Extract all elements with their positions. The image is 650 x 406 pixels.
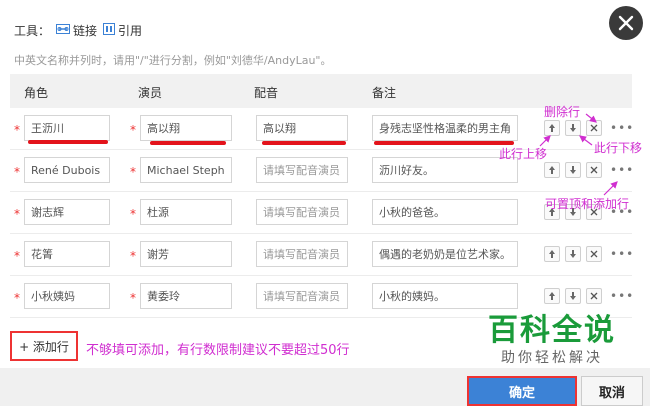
required-mark: * xyxy=(14,207,20,221)
table-row: * * ••• xyxy=(10,234,634,276)
highlight-underline xyxy=(374,141,514,145)
role-input[interactable] xyxy=(24,241,110,267)
role-input[interactable] xyxy=(24,199,110,225)
voice-input[interactable] xyxy=(256,199,348,225)
actor-input[interactable] xyxy=(140,283,232,309)
move-up-button[interactable] xyxy=(544,162,560,178)
toolbar-label: 工具： xyxy=(14,23,51,38)
required-mark: * xyxy=(14,165,20,179)
close-icon xyxy=(590,292,598,300)
move-down-button[interactable] xyxy=(565,120,581,136)
header-actor: 演员 xyxy=(138,86,163,100)
close-icon xyxy=(618,15,634,31)
cancel-button[interactable]: 取消 xyxy=(581,376,643,406)
more-options-icon[interactable]: ••• xyxy=(610,163,634,177)
more-options-icon[interactable]: ••• xyxy=(610,289,634,303)
move-down-button[interactable] xyxy=(565,288,581,304)
move-down-button[interactable] xyxy=(565,246,581,262)
close-dialog-button[interactable] xyxy=(609,6,643,40)
close-icon xyxy=(590,166,598,174)
note-input[interactable] xyxy=(372,115,518,141)
quote-tool-button[interactable]: 引用 xyxy=(103,22,142,39)
row-operations: ••• xyxy=(544,246,634,262)
more-options-icon[interactable]: ••• xyxy=(610,247,634,261)
row-operations: ••• xyxy=(544,120,634,136)
highlight-underline xyxy=(262,141,346,145)
annotation-move-down: 此行下移 xyxy=(594,141,643,155)
move-up-button[interactable] xyxy=(544,246,560,262)
editor-toolbar: 工具： 链接 引用 xyxy=(14,20,142,40)
more-options-icon[interactable]: ••• xyxy=(610,121,634,135)
link-tool-label: 链接 xyxy=(73,23,98,38)
header-note: 备注 xyxy=(372,86,397,100)
required-mark: * xyxy=(14,249,20,263)
move-up-button[interactable] xyxy=(544,120,560,136)
watermark-subtitle: 助你轻松解决 xyxy=(501,350,603,366)
watermark-title: 百科全说 xyxy=(488,313,616,348)
required-mark: * xyxy=(130,249,136,263)
annotation-delete-row: 删除行 xyxy=(544,105,581,119)
highlight-underline xyxy=(150,141,226,145)
arrow-down-icon xyxy=(570,124,576,132)
annotation-move-up: 此行上移 xyxy=(499,147,548,161)
cast-table: 角色 演员 配音 备注 * * ••• * * ••• xyxy=(10,74,634,318)
header-voice: 配音 xyxy=(254,86,279,100)
link-icon xyxy=(56,23,71,37)
delete-row-button[interactable] xyxy=(586,120,602,136)
required-mark: * xyxy=(130,207,136,221)
role-input[interactable] xyxy=(24,157,110,183)
note-input[interactable] xyxy=(372,157,518,183)
row-operations: ••• xyxy=(544,288,634,304)
table-row: * * ••• xyxy=(10,192,633,234)
arrow-down-icon xyxy=(570,250,576,258)
note-input[interactable] xyxy=(372,283,518,309)
add-row-button[interactable]: + 添加行 xyxy=(10,331,78,361)
arrow-up-icon xyxy=(549,292,555,300)
required-mark: * xyxy=(130,165,136,179)
arrow-up-icon xyxy=(549,166,555,174)
quote-icon xyxy=(103,22,116,38)
delete-row-button[interactable] xyxy=(586,246,602,262)
actor-input[interactable] xyxy=(140,115,232,141)
arrow-up-icon xyxy=(549,250,555,258)
annotation-pin-add: 可置顶和添加行 xyxy=(545,197,630,211)
link-tool-button[interactable]: 链接 xyxy=(56,22,97,39)
name-format-hint: 中英文名称并列时，请用"/"进行分割，例如"刘德华/AndyLau"。 xyxy=(14,54,332,67)
row-operations: ••• xyxy=(544,162,634,178)
quote-tool-label: 引用 xyxy=(118,23,143,38)
actor-input[interactable] xyxy=(140,157,232,183)
role-input[interactable] xyxy=(24,283,110,309)
annotation-add-note: 不够填可添加，有行数限制建议不要超过50行 xyxy=(86,343,350,358)
close-icon xyxy=(590,250,598,258)
arrow-up-icon xyxy=(549,124,555,132)
required-mark: * xyxy=(130,123,136,137)
table-header: 角色 演员 配音 备注 xyxy=(10,74,632,108)
voice-input[interactable] xyxy=(256,115,348,141)
voice-input[interactable] xyxy=(256,241,348,267)
role-input[interactable] xyxy=(24,115,110,141)
actor-input[interactable] xyxy=(140,241,232,267)
required-mark: * xyxy=(130,291,136,305)
note-input[interactable] xyxy=(372,199,518,225)
watermark-logo: 百科全说 助你轻松解决 xyxy=(462,314,642,374)
header-role: 角色 xyxy=(24,86,49,100)
voice-input[interactable] xyxy=(256,157,348,183)
required-mark: * xyxy=(14,291,20,305)
delete-row-button[interactable] xyxy=(586,162,602,178)
confirm-button[interactable]: 确定 xyxy=(467,376,577,406)
arrow-down-icon xyxy=(570,292,576,300)
note-input[interactable] xyxy=(372,241,518,267)
actor-input[interactable] xyxy=(140,199,232,225)
delete-row-button[interactable] xyxy=(586,288,602,304)
required-mark: * xyxy=(14,123,20,137)
highlight-underline xyxy=(28,140,108,144)
arrow-down-icon xyxy=(570,166,576,174)
table-row: * * ••• xyxy=(10,276,634,318)
move-up-button[interactable] xyxy=(544,288,560,304)
close-icon xyxy=(590,124,598,132)
voice-input[interactable] xyxy=(256,283,348,309)
move-down-button[interactable] xyxy=(565,162,581,178)
